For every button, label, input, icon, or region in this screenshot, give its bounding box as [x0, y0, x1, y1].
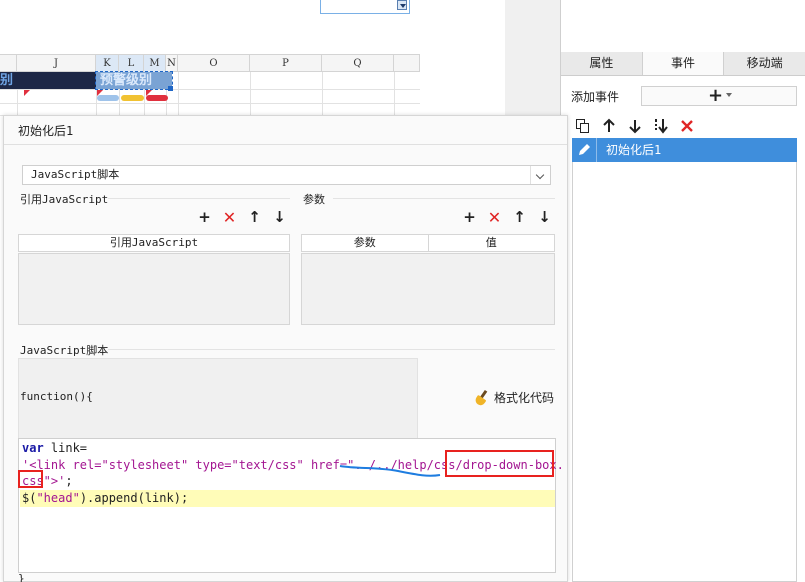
cell-bar-yellow — [121, 95, 144, 101]
move-to-bottom-icon[interactable] — [651, 116, 671, 136]
arrow-up-icon[interactable] — [599, 116, 619, 136]
tab-mobile[interactable]: 移动端 — [724, 52, 805, 75]
grid-col-line — [178, 72, 179, 116]
params-table-header: 参数 值 — [301, 234, 555, 252]
grid-row-line — [0, 103, 420, 104]
copy-icon[interactable] — [573, 116, 593, 136]
column-header-value[interactable]: 值 — [429, 235, 555, 251]
column-header-row: JKLMNOPQ — [0, 54, 420, 72]
params-section-label: 参数 — [303, 193, 325, 206]
column-header[interactable]: O — [178, 55, 250, 72]
delete-icon[interactable]: ✕ — [486, 209, 503, 226]
dialog-divider — [4, 144, 567, 145]
plus-icon: + — [708, 85, 724, 106]
dropdown-arrow-icon[interactable] — [397, 0, 407, 10]
arrow-down-icon[interactable]: ↓ — [536, 209, 553, 226]
event-toolbar — [573, 116, 801, 136]
cell-comment-marker — [24, 90, 30, 96]
params-toolbar: + ✕ ↑ ↓ — [461, 209, 553, 227]
js-script-section-label: JavaScript脚本 — [20, 344, 109, 357]
params-table-body[interactable] — [301, 253, 555, 325]
format-code-label: 格式化代码 — [494, 391, 555, 405]
section-divider — [108, 349, 555, 350]
canvas-margin — [505, 0, 560, 120]
column-header[interactable]: Q — [322, 55, 394, 72]
add-icon[interactable]: + — [461, 209, 478, 226]
dialog-title: 初始化后1 — [18, 124, 74, 138]
event-list-item[interactable]: 初始化后1 — [572, 138, 797, 162]
selected-cell-text: 预警级别 — [100, 73, 153, 88]
column-header[interactable]: K — [96, 55, 119, 72]
chevron-down-icon[interactable] — [530, 166, 550, 184]
script-type-value: JavaScript脚本 — [31, 168, 120, 181]
ref-js-table-body[interactable] — [18, 253, 290, 325]
delete-icon[interactable] — [677, 116, 697, 136]
add-event-button[interactable]: + — [641, 86, 797, 106]
column-header-param[interactable]: 参数 — [302, 235, 429, 251]
arrow-down-icon[interactable]: ↓ — [271, 209, 288, 226]
fill-handle[interactable] — [168, 86, 173, 91]
annotation-red-box — [445, 450, 554, 477]
arrow-down-icon[interactable] — [625, 116, 645, 136]
tab-events[interactable]: 事件 — [642, 52, 725, 75]
panel-tabs: 属性 事件 移动端 — [561, 52, 805, 76]
annotation-red-box — [18, 470, 43, 488]
add-event-label: 添加事件 — [571, 90, 620, 104]
code-line-1: var link= — [22, 441, 88, 455]
grid-row-line — [0, 89, 420, 90]
function-closing-brace: } — [18, 572, 25, 582]
chevron-down-icon — [726, 93, 732, 97]
grid-col-line — [250, 72, 251, 116]
arrow-up-icon[interactable]: ↑ — [246, 209, 263, 226]
event-item-label: 初始化后1 — [606, 143, 662, 157]
cell-bar-red — [146, 95, 168, 101]
annotation-blue-underline — [339, 465, 441, 477]
tab-properties[interactable]: 属性 — [561, 52, 643, 75]
delete-icon[interactable]: ✕ — [221, 209, 238, 226]
cell-bar-blue — [97, 95, 119, 101]
column-header[interactable]: L — [119, 55, 144, 72]
edit-pencil-icon[interactable] — [572, 138, 597, 162]
section-divider — [333, 198, 555, 199]
ref-js-table-header: 引用JavaScript — [18, 234, 290, 252]
grid-col-line — [322, 72, 323, 116]
script-type-select[interactable]: JavaScript脚本 — [22, 165, 551, 185]
ref-js-toolbar: + ✕ ↑ ↓ — [196, 209, 288, 227]
format-code-button[interactable]: 格式化代码 — [473, 389, 555, 407]
column-header[interactable]: J — [17, 55, 96, 72]
column-header[interactable]: M — [144, 55, 166, 72]
grid-col-line — [394, 72, 395, 116]
ref-js-section-label: 引用JavaScript — [20, 193, 109, 206]
column-header[interactable]: N — [166, 55, 178, 72]
header-cell-navy[interactable] — [0, 72, 96, 89]
arrow-up-icon[interactable]: ↑ — [511, 209, 528, 226]
event-list — [572, 138, 797, 582]
floating-combo-widget[interactable] — [320, 0, 410, 14]
code-line-4: $("head").append(link); — [22, 491, 189, 505]
section-divider — [108, 198, 290, 199]
column-header[interactable] — [0, 55, 17, 72]
broom-icon — [473, 389, 490, 407]
navy-cell-text: 别 — [0, 73, 14, 88]
function-header-text: function(){ — [20, 390, 93, 403]
column-header[interactable] — [394, 55, 420, 72]
add-icon[interactable]: + — [196, 209, 213, 226]
column-header[interactable]: P — [250, 55, 322, 72]
column-header-ref-js[interactable]: 引用JavaScript — [19, 235, 289, 251]
